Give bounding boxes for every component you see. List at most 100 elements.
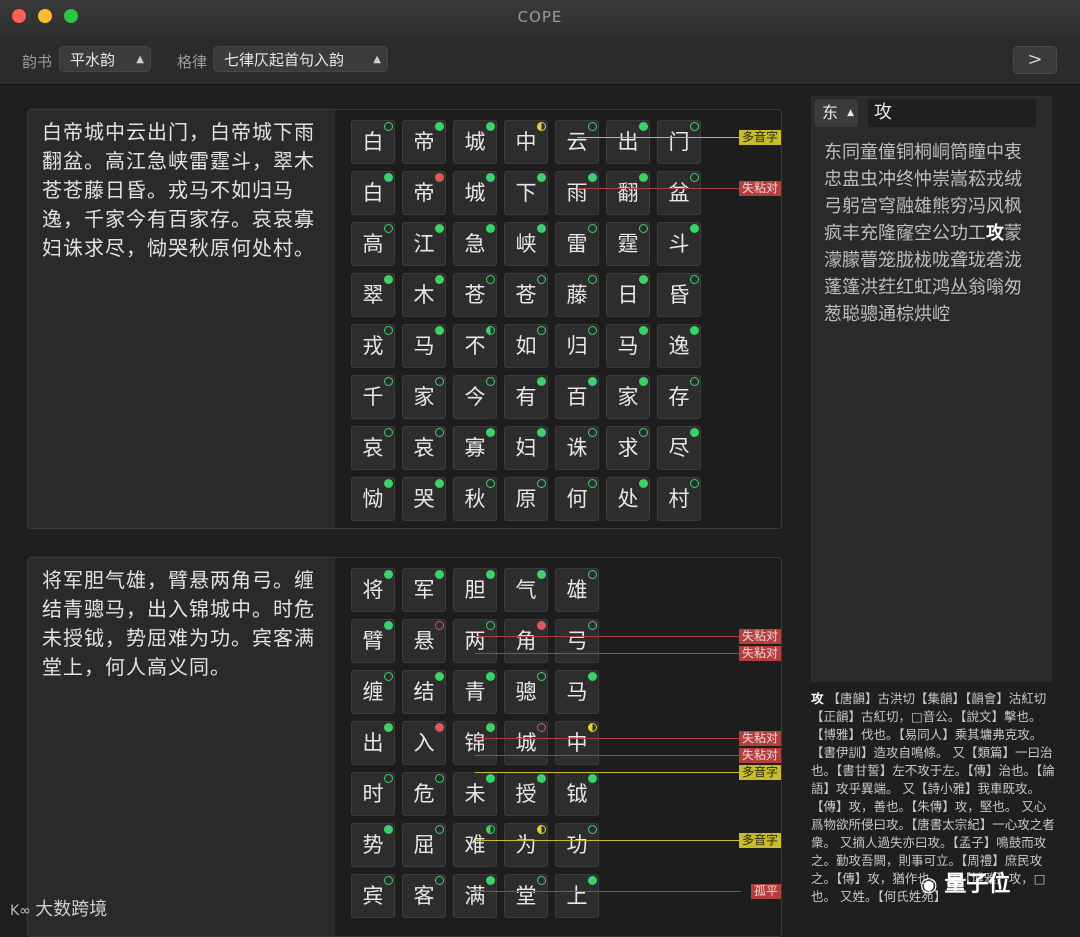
char-cell[interactable]: 马 (555, 670, 599, 714)
char-cell[interactable]: 高 (351, 222, 395, 266)
char-cell[interactable]: 有 (504, 375, 548, 419)
char-cell[interactable]: 峡 (504, 222, 548, 266)
char-cell[interactable]: 为 (504, 823, 548, 867)
char-cell[interactable]: 将 (351, 568, 395, 612)
char-cell[interactable]: 哀 (351, 426, 395, 470)
char-cell[interactable]: 臂 (351, 619, 395, 663)
char-cell[interactable]: 雄 (555, 568, 599, 612)
char-cell[interactable]: 昏 (657, 273, 701, 317)
char-cell[interactable]: 宾 (351, 874, 395, 918)
char-cell[interactable]: 中 (555, 721, 599, 765)
char-cell[interactable]: 木 (402, 273, 446, 317)
char-cell[interactable]: 诛 (555, 426, 599, 470)
char-cell[interactable]: 存 (657, 375, 701, 419)
next-button[interactable]: > (1013, 46, 1057, 74)
char-cell[interactable]: 白 (351, 120, 395, 164)
char-cell[interactable]: 弓 (555, 619, 599, 663)
char-cell[interactable]: 雨 (555, 171, 599, 215)
char-cell[interactable]: 不 (453, 324, 497, 368)
char-cell[interactable]: 授 (504, 772, 548, 816)
char-cell[interactable]: 缠 (351, 670, 395, 714)
char-cell[interactable]: 出 (351, 721, 395, 765)
char-cell[interactable]: 妇 (504, 426, 548, 470)
char-cell[interactable]: 斗 (657, 222, 701, 266)
char-cell[interactable]: 满 (453, 874, 497, 918)
char-cell[interactable]: 如 (504, 324, 548, 368)
char-cell[interactable]: 帝 (402, 171, 446, 215)
char-cell[interactable]: 堂 (504, 874, 548, 918)
char-cell[interactable]: 翠 (351, 273, 395, 317)
char-cell[interactable]: 江 (402, 222, 446, 266)
char-cell[interactable]: 求 (606, 426, 650, 470)
char-cell[interactable]: 原 (504, 477, 548, 521)
char-cell[interactable]: 盆 (657, 171, 701, 215)
char-cell[interactable]: 家 (402, 375, 446, 419)
rhyme-char-list[interactable]: 东同童僮铜桐峒筒瞳中衷忠盅虫冲终忡崇嵩菘戎绒弓躬宫穹融雄熊穷冯风枫疯丰充隆窿空公… (824, 139, 1038, 328)
char-cell[interactable]: 千 (351, 375, 395, 419)
char-search-input[interactable]: 攻 (868, 99, 1036, 127)
char-cell[interactable]: 入 (402, 721, 446, 765)
rhyme-group-select[interactable]: 东 ▲ (814, 99, 858, 127)
char-cell-text: 屈 (413, 833, 435, 857)
char-cell[interactable]: 翻 (606, 171, 650, 215)
poem-text[interactable]: 将军胆气雄，臂悬两角弓。缠结青骢马，出入锦城中。时危未授钺，势屈难为功。宾客满堂… (28, 558, 335, 936)
char-cell[interactable]: 马 (606, 324, 650, 368)
char-cell[interactable]: 门 (657, 120, 701, 164)
char-cell[interactable]: 尽 (657, 426, 701, 470)
char-cell[interactable]: 气 (504, 568, 548, 612)
char-cell[interactable]: 苍 (453, 273, 497, 317)
char-cell[interactable]: 势 (351, 823, 395, 867)
char-cell[interactable]: 白 (351, 171, 395, 215)
char-cell[interactable]: 云 (555, 120, 599, 164)
char-cell[interactable]: 处 (606, 477, 650, 521)
char-cell[interactable]: 客 (402, 874, 446, 918)
char-cell[interactable]: 日 (606, 273, 650, 317)
char-cell[interactable]: 未 (453, 772, 497, 816)
char-cell[interactable]: 寡 (453, 426, 497, 470)
char-cell[interactable]: 城 (453, 120, 497, 164)
char-cell[interactable]: 今 (453, 375, 497, 419)
char-cell[interactable]: 骢 (504, 670, 548, 714)
char-cell[interactable]: 藤 (555, 273, 599, 317)
char-cell[interactable]: 上 (555, 874, 599, 918)
char-cell[interactable]: 村 (657, 477, 701, 521)
char-cell[interactable]: 家 (606, 375, 650, 419)
char-cell[interactable]: 青 (453, 670, 497, 714)
char-cell[interactable]: 钺 (555, 772, 599, 816)
char-cell[interactable]: 中 (504, 120, 548, 164)
char-cell[interactable]: 胆 (453, 568, 497, 612)
char-cell[interactable]: 悬 (402, 619, 446, 663)
char-cell[interactable]: 帝 (402, 120, 446, 164)
char-cell[interactable]: 时 (351, 772, 395, 816)
char-cell[interactable]: 城 (453, 171, 497, 215)
char-cell[interactable]: 锦 (453, 721, 497, 765)
char-cell[interactable]: 难 (453, 823, 497, 867)
char-cell[interactable]: 功 (555, 823, 599, 867)
char-cell[interactable]: 逸 (657, 324, 701, 368)
char-cell[interactable]: 急 (453, 222, 497, 266)
char-cell[interactable]: 恸 (351, 477, 395, 521)
rhyme-book-select[interactable]: 平水韵 ▲ (59, 46, 151, 72)
char-cell[interactable]: 戎 (351, 324, 395, 368)
char-cell[interactable]: 危 (402, 772, 446, 816)
char-cell[interactable]: 出 (606, 120, 650, 164)
char-cell[interactable]: 何 (555, 477, 599, 521)
char-cell[interactable]: 屈 (402, 823, 446, 867)
poem-text[interactable]: 白帝城中云出门，白帝城下雨翻盆。高江急峡雷霆斗，翠木苍苍藤日昏。戎马不如归马逸，… (28, 110, 335, 528)
char-cell[interactable]: 苍 (504, 273, 548, 317)
char-cell[interactable]: 哀 (402, 426, 446, 470)
char-cell[interactable]: 角 (504, 619, 548, 663)
char-cell[interactable]: 哭 (402, 477, 446, 521)
char-cell[interactable]: 百 (555, 375, 599, 419)
char-cell[interactable]: 军 (402, 568, 446, 612)
char-cell[interactable]: 秋 (453, 477, 497, 521)
char-cell[interactable]: 下 (504, 171, 548, 215)
char-cell[interactable]: 结 (402, 670, 446, 714)
char-cell[interactable]: 马 (402, 324, 446, 368)
char-cell[interactable]: 雷 (555, 222, 599, 266)
char-cell[interactable]: 霆 (606, 222, 650, 266)
meter-select[interactable]: 七律仄起首句入韵 ▲ (213, 46, 388, 72)
char-cell[interactable]: 城 (504, 721, 548, 765)
char-cell[interactable]: 归 (555, 324, 599, 368)
char-cell[interactable]: 两 (453, 619, 497, 663)
